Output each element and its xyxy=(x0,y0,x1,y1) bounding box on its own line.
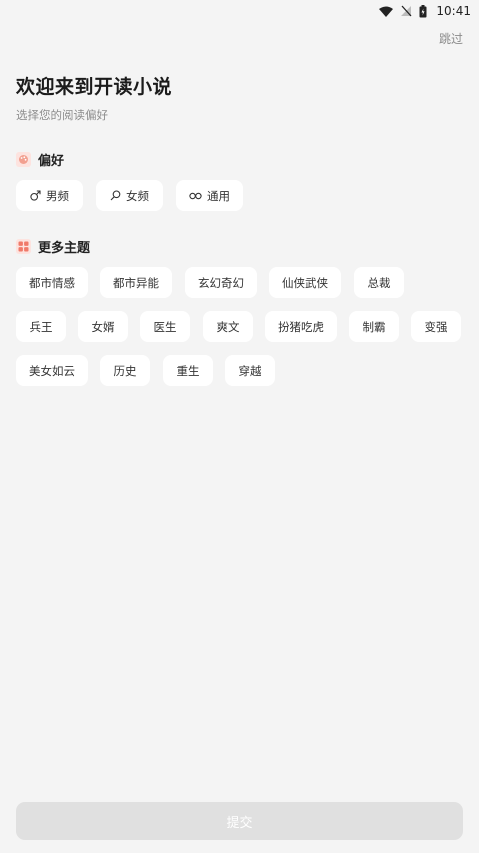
preference-option-label: 女频 xyxy=(126,188,149,203)
no-signal-icon xyxy=(400,5,412,17)
theme-chip[interactable]: 女婿 xyxy=(78,311,128,342)
palette-icon xyxy=(16,152,31,167)
battery-icon xyxy=(419,4,427,18)
status-time: 10:41 xyxy=(436,4,471,18)
submit-button[interactable]: 提交 xyxy=(16,802,463,840)
male-symbol-icon xyxy=(30,190,41,201)
preferences-title: 偏好 xyxy=(38,154,65,169)
page-title: 欢迎来到开读小说 xyxy=(16,76,173,98)
theme-chip[interactable]: 总裁 xyxy=(354,267,404,298)
theme-chip[interactable]: 重生 xyxy=(163,355,213,386)
preference-option-male[interactable]: 男频 xyxy=(16,180,83,211)
theme-chip[interactable]: 变强 xyxy=(411,311,461,342)
theme-chip[interactable]: 仙侠武侠 xyxy=(269,267,341,298)
preferences-header: 偏好 xyxy=(16,150,64,169)
themes-title: 更多主题 xyxy=(38,241,91,256)
female-symbol-icon xyxy=(110,190,121,201)
screen: 10:41 跳过 欢迎来到开读小说 选择您的阅读偏好 偏好 男频 女频 通用 更… xyxy=(0,0,479,853)
grid-icon xyxy=(16,239,31,254)
theme-chip[interactable]: 制霸 xyxy=(349,311,399,342)
link-icon xyxy=(189,192,202,200)
theme-chip[interactable]: 兵王 xyxy=(16,311,66,342)
skip-button[interactable]: 跳过 xyxy=(439,30,463,47)
theme-chip[interactable]: 都市情感 xyxy=(16,267,88,298)
preference-option-general[interactable]: 通用 xyxy=(176,180,243,211)
preference-option-female[interactable]: 女频 xyxy=(96,180,163,211)
theme-chip[interactable]: 穿越 xyxy=(225,355,275,386)
preference-option-label: 男频 xyxy=(46,188,69,203)
theme-chip[interactable]: 扮猪吃虎 xyxy=(265,311,337,342)
theme-chip[interactable]: 爽文 xyxy=(203,311,253,342)
preference-option-label: 通用 xyxy=(207,188,230,203)
status-bar: 10:41 xyxy=(0,0,479,22)
theme-chip[interactable]: 都市异能 xyxy=(100,267,172,298)
themes-header: 更多主题 xyxy=(16,237,90,256)
theme-chip[interactable]: 玄幻奇幻 xyxy=(185,267,257,298)
page-subtitle: 选择您的阅读偏好 xyxy=(16,108,108,122)
wifi-icon xyxy=(379,6,394,17)
theme-chip[interactable]: 历史 xyxy=(100,355,150,386)
theme-chip[interactable]: 医生 xyxy=(140,311,190,342)
theme-chip[interactable]: 美女如云 xyxy=(16,355,88,386)
